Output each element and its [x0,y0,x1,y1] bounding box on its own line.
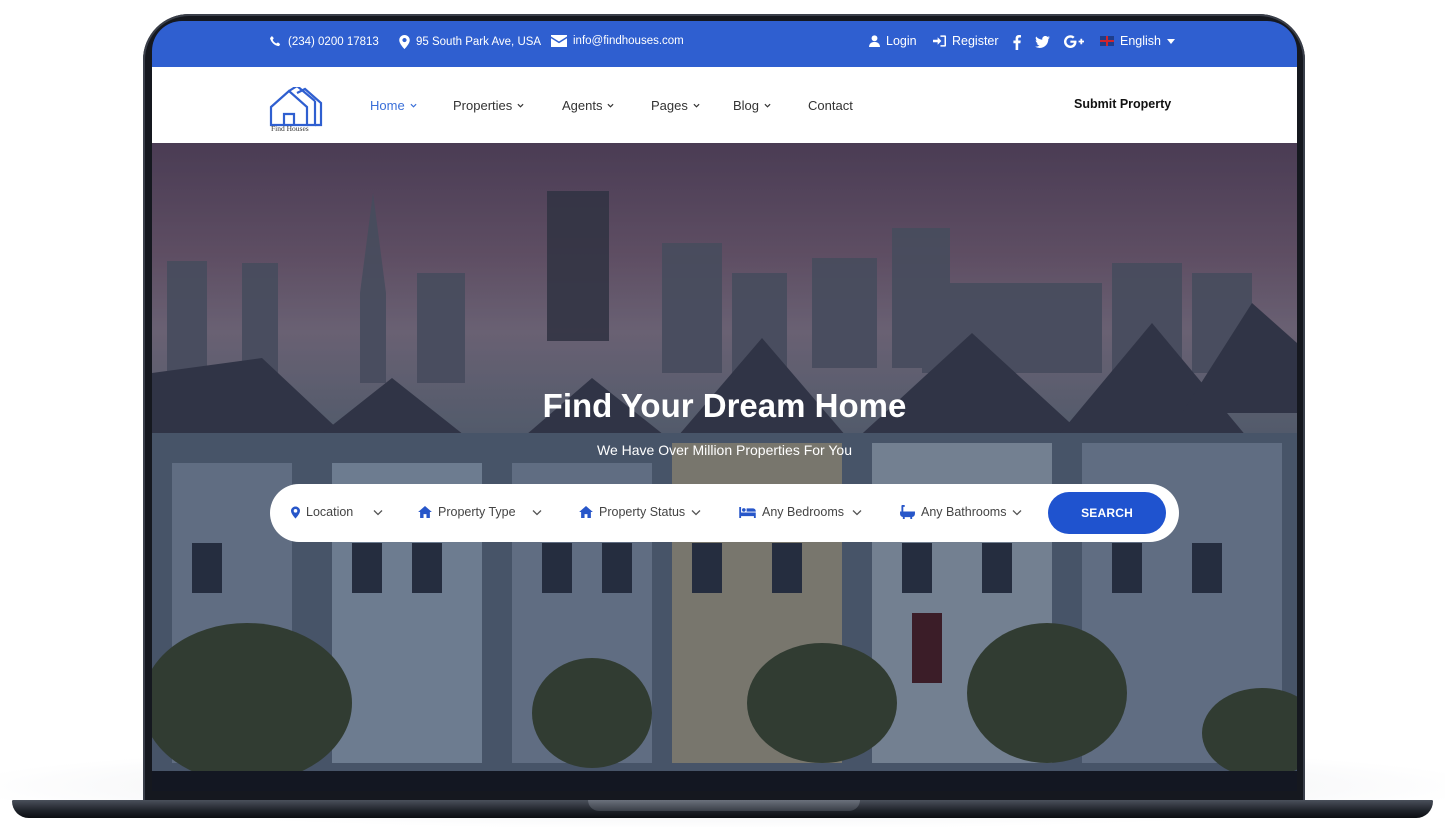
chevron-down-icon [607,103,615,108]
bathtub-icon [900,505,915,519]
twitter-icon [1035,36,1050,48]
caret-down-icon [1167,38,1175,44]
phone-icon [269,35,281,47]
hero-section: Find Your Dream Home We Have Over Millio… [152,143,1297,771]
email-contact[interactable]: info@findhouses.com [551,35,684,47]
location-select[interactable]: Location [291,505,383,519]
logo-text: Find Houses [271,124,309,133]
google-plus-icon [1064,35,1084,48]
property-type-select[interactable]: Property Type [418,505,542,519]
property-status-select[interactable]: Property Status [579,505,701,519]
user-icon [869,35,880,47]
sign-in-icon [933,35,946,47]
phone-contact[interactable]: (234) 0200 17813 [269,35,379,48]
property-search-bar: Location Property Type Property Status A… [270,484,1179,542]
chevron-down-icon [517,103,524,108]
nav-home-label: Home [370,98,405,113]
chevron-down-icon [532,509,542,515]
chevron-down-icon [410,103,417,108]
facebook-icon [1013,35,1021,50]
bedrooms-label: Any Bedrooms [762,505,844,519]
nav-agents[interactable]: Agents [562,98,615,113]
facebook-link[interactable] [1013,35,1021,50]
google-plus-link[interactable] [1064,35,1084,48]
main-navbar: Find Houses Home Properties Agents Pages… [152,67,1297,143]
bathrooms-select[interactable]: Any Bathrooms [900,505,1022,519]
chevron-down-icon [1013,509,1022,515]
location-pin-icon [291,506,300,518]
chevron-down-icon [764,103,771,108]
email-address: info@findhouses.com [573,35,684,47]
bathrooms-label: Any Bathrooms [921,505,1007,519]
home-icon [579,506,593,518]
register-link[interactable]: Register [933,34,999,48]
login-label: Login [886,34,917,48]
hero-title: Find Your Dream Home [542,387,907,424]
nav-contact-label: Contact [808,98,853,113]
nav-blog-label: Blog [733,98,760,113]
nav-properties[interactable]: Properties [453,98,524,113]
address-text: 95 South Park Ave, USA [416,36,542,48]
nav-home[interactable]: Home [370,98,417,113]
top-bar: (234) 0200 17813 95 South Park Ave, USA … [152,21,1297,67]
nav-pages[interactable]: Pages [651,98,700,113]
location-label: Location [306,505,354,519]
envelope-icon [551,35,567,47]
nav-blog[interactable]: Blog [733,98,771,113]
chevron-down-icon [693,103,700,108]
login-link[interactable]: Login [869,34,917,48]
nav-contact[interactable]: Contact [808,98,853,113]
language-selector[interactable]: English [1100,34,1175,48]
bedrooms-select[interactable]: Any Bedrooms [739,505,862,519]
hero-subtitle: We Have Over Million Properties For You [597,442,852,458]
home-icon [418,506,432,518]
address-contact: 95 South Park Ave, USA [399,35,541,49]
language-label: English [1120,34,1161,48]
register-label: Register [952,34,999,48]
laptop-screen: (234) 0200 17813 95 South Park Ave, USA … [152,21,1297,791]
bed-icon [739,506,756,518]
page-bottom-strip [152,771,1297,791]
search-button[interactable]: SEARCH [1048,492,1166,534]
twitter-link[interactable] [1035,36,1050,48]
nav-properties-label: Properties [453,98,513,113]
laptop-notch [588,800,860,811]
phone-number: (234) 0200 17813 [288,35,379,48]
chevron-down-icon [373,509,383,515]
chevron-down-icon [852,509,862,515]
nav-pages-label: Pages [651,98,688,113]
chevron-down-icon [691,509,701,515]
nav-agents-label: Agents [562,98,603,113]
uk-flag-icon [1100,36,1114,46]
location-pin-icon [399,35,410,49]
property-type-label: Property Type [438,505,516,519]
submit-property-link[interactable]: Submit Property [1074,97,1171,111]
property-status-label: Property Status [599,505,686,519]
